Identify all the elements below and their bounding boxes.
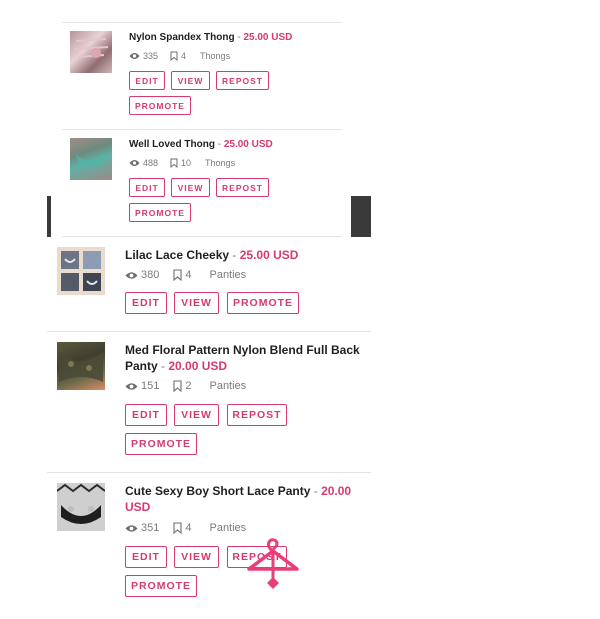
eye-icon xyxy=(129,52,140,60)
edit-button[interactable]: EDIT xyxy=(129,178,165,197)
divider xyxy=(62,236,342,237)
category-label: Thongs xyxy=(200,51,231,61)
separator: - xyxy=(214,139,224,150)
listing-name[interactable]: Lilac Lace Cheeky xyxy=(125,248,229,262)
listing-meta: 151 2 Panties xyxy=(125,380,246,392)
view-count: 488 xyxy=(143,158,159,168)
bookmark-icon xyxy=(173,269,182,281)
view-button[interactable]: VIEW xyxy=(174,546,219,568)
save-count: 4 xyxy=(185,269,192,281)
divider xyxy=(62,22,342,23)
divider xyxy=(47,472,371,473)
save-count: 10 xyxy=(181,158,192,168)
listing-price: 20.00 USD xyxy=(168,359,228,374)
listing-name[interactable]: Nylon Spandex Thong xyxy=(129,32,235,43)
listing-meta: 380 4 Panties xyxy=(125,269,246,281)
view-button[interactable]: VIEW xyxy=(171,178,210,197)
edit-button[interactable]: EDIT xyxy=(125,404,167,426)
listing-thumbnail[interactable] xyxy=(70,138,112,180)
listing-title[interactable]: Nylon Spandex Thong - 25.00 USD xyxy=(129,31,359,45)
overlay-edge-right xyxy=(351,196,371,237)
edit-button[interactable]: EDIT xyxy=(125,546,167,568)
listing-meta: 335 4 Thongs xyxy=(129,51,230,61)
view-count: 351 xyxy=(141,522,160,534)
category-label: Panties xyxy=(209,522,247,534)
lace-boyshort-image xyxy=(57,483,105,531)
promote-button[interactable]: PROMOTE xyxy=(125,433,197,455)
overlay-edge-left xyxy=(47,196,51,237)
separator: - xyxy=(157,359,169,374)
listing-price: 25.00 USD xyxy=(239,248,299,262)
listing-title[interactable]: Well Loved Thong - 25.00 USD xyxy=(129,138,359,152)
view-button[interactable]: VIEW xyxy=(171,71,210,90)
listing-name[interactable]: Cute Sexy Boy Short Lace Panty xyxy=(125,484,310,498)
view-count: 380 xyxy=(141,269,160,281)
bookmark-icon xyxy=(170,51,178,61)
promote-button[interactable]: PROMOTE xyxy=(125,575,197,597)
eye-icon xyxy=(125,524,138,533)
thong-image xyxy=(73,38,109,58)
listing-thumbnail[interactable] xyxy=(70,31,112,73)
view-count: 335 xyxy=(143,51,159,61)
listing-name[interactable]: Well Loved Thong xyxy=(129,139,215,150)
save-count: 4 xyxy=(185,522,192,534)
view-button[interactable]: VIEW xyxy=(174,292,219,314)
promote-button[interactable]: PROMOTE xyxy=(129,203,191,222)
edit-button[interactable]: EDIT xyxy=(129,71,165,90)
hanger-icon xyxy=(245,537,301,591)
panty-collage-image xyxy=(61,251,101,291)
eye-icon xyxy=(125,271,138,280)
bookmark-icon xyxy=(173,522,182,534)
listing-title[interactable]: Med Floral Pattern Nylon Blend Full Back… xyxy=(125,342,365,374)
repost-button[interactable]: REPOST xyxy=(216,178,269,197)
divider xyxy=(62,129,342,130)
category-label: Panties xyxy=(209,380,247,392)
listing-title[interactable]: Lilac Lace Cheeky - 25.00 USD xyxy=(125,247,365,263)
repost-button[interactable]: REPOST xyxy=(216,71,269,90)
listing-thumbnail[interactable] xyxy=(57,483,105,531)
bookmark-icon xyxy=(170,158,178,168)
view-count: 151 xyxy=(141,380,160,392)
edit-button[interactable]: EDIT xyxy=(125,292,167,314)
thong-image xyxy=(76,152,106,167)
category-label: Thongs xyxy=(205,158,236,168)
divider xyxy=(47,331,371,332)
listing-title[interactable]: Cute Sexy Boy Short Lace Panty - 20.00 U… xyxy=(125,483,365,515)
listing-meta: 488 10 Thongs xyxy=(129,158,235,168)
eye-icon xyxy=(125,382,138,391)
listing-thumbnail[interactable] xyxy=(57,342,105,390)
promote-button[interactable]: PROMOTE xyxy=(227,292,299,314)
save-count: 4 xyxy=(181,51,187,61)
separator: - xyxy=(310,484,322,498)
floral-panty-image xyxy=(59,352,103,382)
listing-meta: 351 4 Panties xyxy=(125,522,246,534)
listing-price: 25.00 USD xyxy=(243,32,293,43)
listing-thumbnail[interactable] xyxy=(57,247,105,295)
save-count: 2 xyxy=(185,380,192,392)
category-label: Panties xyxy=(209,269,247,281)
listing-price: 25.00 USD xyxy=(223,139,273,150)
separator: - xyxy=(229,248,240,262)
eye-icon xyxy=(129,159,140,167)
view-button[interactable]: VIEW xyxy=(174,404,219,426)
bookmark-icon xyxy=(173,380,182,392)
promote-button[interactable]: PROMOTE xyxy=(129,96,191,115)
repost-button[interactable]: REPOST xyxy=(227,404,287,426)
